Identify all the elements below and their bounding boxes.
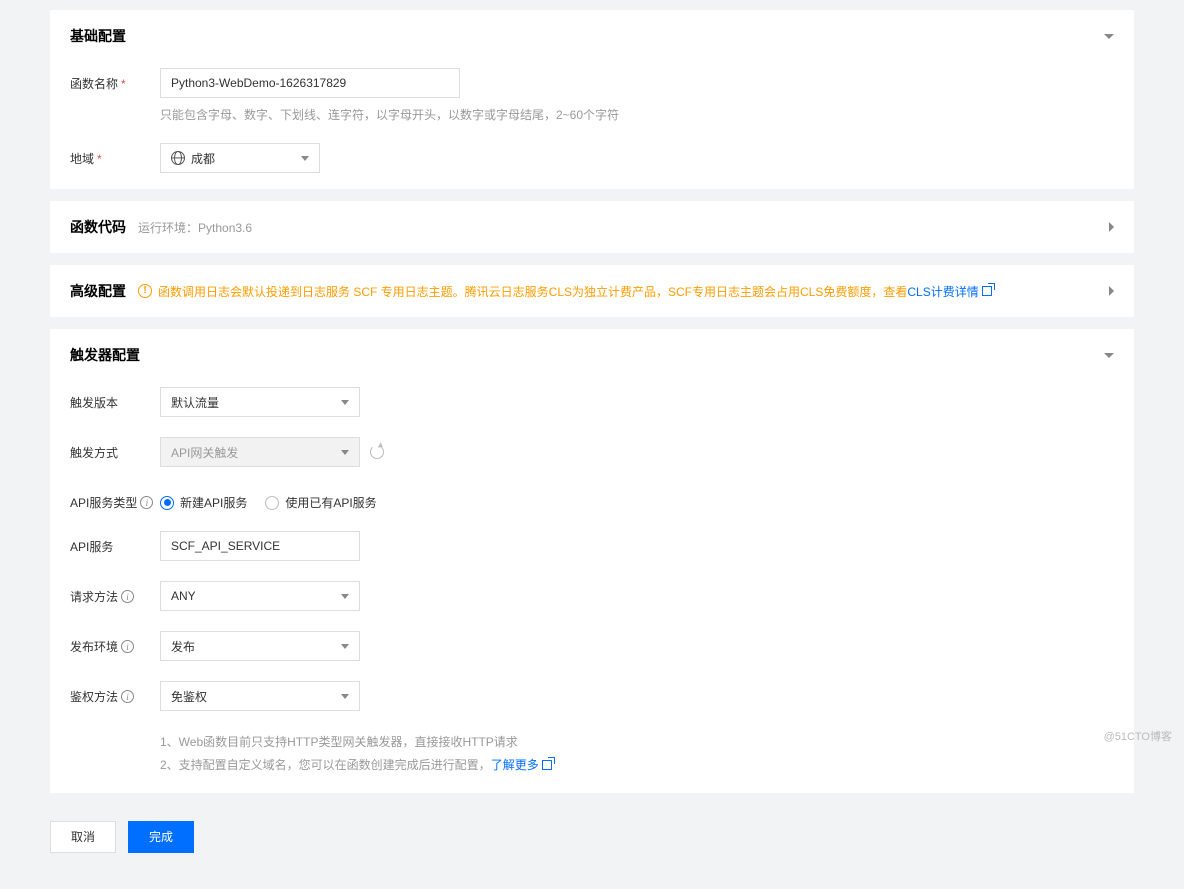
publish-env-label: 发布环境 i: [70, 631, 160, 655]
refresh-icon[interactable]: [370, 445, 384, 459]
external-link-icon: [982, 286, 992, 296]
radio-create-api[interactable]: 新建API服务: [160, 494, 247, 511]
advanced-config-panel: 高级配置 ! 函数调用日志会默认投递到日志服务 SCF 专用日志主题。腾讯云日志…: [50, 265, 1134, 317]
trigger-config-title: 触发器配置: [70, 345, 140, 365]
runtime-info: 运行环境：Python3.6: [138, 219, 252, 236]
function-name-row: 函数名称* 只能包含字母、数字、下划线、连字符，以字母开头，以数字或字母结尾，2…: [70, 68, 1114, 123]
radio-icon: [265, 496, 279, 510]
info-icon[interactable]: i: [121, 640, 134, 653]
api-service-input[interactable]: [160, 531, 360, 561]
trigger-method-label: 触发方式: [70, 437, 160, 461]
api-service-label: API服务: [70, 531, 160, 555]
footer-actions: 取消 完成: [50, 805, 1134, 869]
learn-more-link[interactable]: 了解更多: [491, 754, 552, 777]
function-code-title: 函数代码: [70, 217, 126, 237]
chevron-down-icon: [341, 594, 349, 599]
basic-config-title: 基础配置: [70, 26, 126, 46]
cls-pricing-link[interactable]: CLS计费详情: [907, 283, 991, 300]
info-icon[interactable]: i: [121, 690, 134, 703]
chevron-right-icon[interactable]: [1109, 222, 1114, 232]
basic-config-panel: 基础配置 函数名称* 只能包含字母、数字、下划线、连字符，以字母开头，以数字或字…: [50, 10, 1134, 189]
chevron-down-icon: [341, 694, 349, 699]
radio-existing-api[interactable]: 使用已有API服务: [265, 494, 376, 511]
function-name-input[interactable]: [160, 68, 460, 98]
auth-method-select[interactable]: 免鉴权: [160, 681, 360, 711]
advanced-warning: ! 函数调用日志会默认投递到日志服务 SCF 专用日志主题。腾讯云日志服务CLS…: [138, 283, 992, 300]
finish-button[interactable]: 完成: [128, 821, 194, 853]
trigger-notes: 1、Web函数目前只支持HTTP类型网关触发器，直接接收HTTP请求 2、支持配…: [160, 731, 1114, 777]
auth-method-label: 鉴权方法 i: [70, 681, 160, 705]
chevron-down-icon[interactable]: [1104, 353, 1114, 358]
radio-icon: [160, 496, 174, 510]
warning-icon: !: [138, 284, 152, 298]
chevron-down-icon: [341, 644, 349, 649]
chevron-right-icon[interactable]: [1109, 286, 1114, 296]
chevron-down-icon[interactable]: [1104, 34, 1114, 39]
publish-env-select[interactable]: 发布: [160, 631, 360, 661]
trigger-version-select[interactable]: 默认流量: [160, 387, 360, 417]
basic-config-header: 基础配置: [70, 26, 1114, 46]
cancel-button[interactable]: 取消: [50, 821, 116, 853]
function-name-label: 函数名称*: [70, 68, 160, 92]
trigger-method-select: API网关触发: [160, 437, 360, 467]
api-service-type-label: API服务类型 i: [70, 487, 160, 511]
function-name-help: 只能包含字母、数字、下划线、连字符，以字母开头，以数字或字母结尾，2~60个字符: [160, 106, 1114, 123]
chevron-down-icon: [341, 450, 349, 455]
request-method-select[interactable]: ANY: [160, 581, 360, 611]
advanced-config-title: 高级配置: [70, 281, 126, 301]
info-icon[interactable]: i: [140, 496, 153, 509]
info-icon[interactable]: i: [121, 590, 134, 603]
request-method-label: 请求方法 i: [70, 581, 160, 605]
region-label: 地域*: [70, 143, 160, 167]
external-link-icon: [542, 760, 552, 770]
region-row: 地域* 成都: [70, 143, 1114, 173]
trigger-config-panel: 触发器配置 触发版本 默认流量 触发方式 API网关触发: [50, 329, 1134, 793]
function-code-panel: 函数代码 运行环境：Python3.6: [50, 201, 1134, 253]
chevron-down-icon: [341, 400, 349, 405]
watermark: @51CTO博客: [1104, 728, 1172, 744]
region-select[interactable]: 成都: [160, 143, 320, 173]
chevron-down-icon: [301, 156, 309, 161]
globe-icon: [171, 151, 185, 165]
trigger-version-label: 触发版本: [70, 387, 160, 411]
